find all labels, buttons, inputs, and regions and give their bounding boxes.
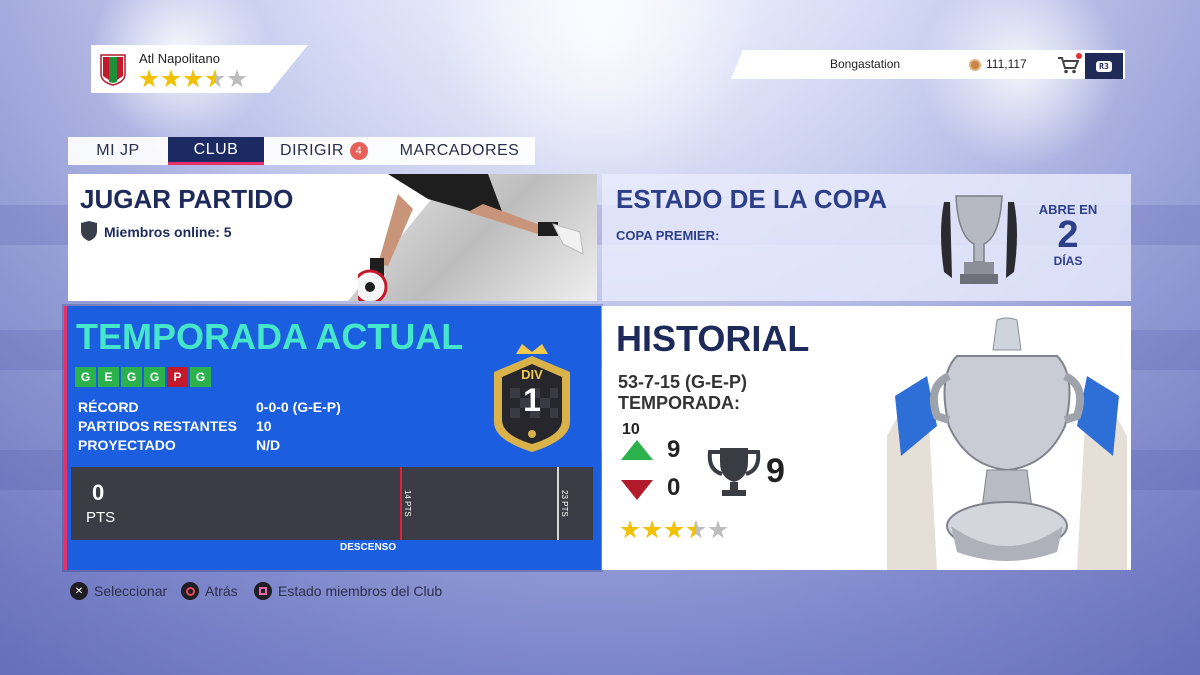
star-icon — [139, 69, 159, 88]
titles-count: 9 — [766, 452, 785, 490]
online-members: Miembros online: 5 — [104, 224, 232, 240]
panel-title: HISTORIAL — [616, 318, 810, 359]
form-result: G — [190, 367, 211, 387]
star-icon — [620, 520, 640, 539]
notification-badge: 4 — [349, 142, 368, 160]
remaining-matches-label: PARTIDOS RESTANTES — [78, 418, 237, 434]
coin-balance: 111,117 — [986, 57, 1027, 71]
tab-label: MI JP — [96, 142, 140, 159]
relegation-arrow-icon — [621, 480, 653, 500]
points-unit: PTS — [86, 509, 116, 526]
opens-in-value: 2 — [1057, 214, 1079, 256]
back-action[interactable]: Atrás — [181, 582, 238, 600]
tab-club[interactable]: CLUB — [168, 137, 264, 165]
r3-label: R3 — [1096, 60, 1112, 72]
empty-star-icon — [708, 520, 728, 539]
r3-button[interactable]: R3 — [1085, 53, 1123, 79]
history-rating — [620, 520, 728, 540]
opens-in-unit: DÍAS — [1053, 254, 1083, 268]
trophy-held-image — [887, 317, 1127, 570]
record-value: 0-0-0 (G-E-P) — [256, 399, 341, 415]
main-tabs: MI JP CLUB DIRIGIR 4 MARCADORES — [68, 137, 535, 165]
form-result: E — [98, 367, 119, 387]
form-result: G — [144, 367, 165, 387]
star-icon — [161, 69, 181, 88]
star-icon — [642, 520, 662, 539]
club-members-status-label: Estado miembros del Club — [278, 583, 443, 599]
points-progress-bar — [71, 467, 593, 540]
club-name: Atl Napolitano — [139, 51, 220, 66]
relegations-count: 0 — [667, 474, 681, 501]
projected-label: PROYECTADO — [78, 437, 176, 453]
projected-value: N/D — [256, 437, 281, 453]
play-match-tile[interactable]: JUGAR PARTIDO Miembros online: 5 — [68, 174, 597, 301]
club-members-status-action[interactable]: Estado miembros del Club — [254, 582, 442, 600]
title-marker — [557, 467, 559, 540]
title-trophy-icon — [707, 448, 761, 496]
shield-icon — [81, 221, 97, 241]
star-icon — [183, 69, 203, 88]
record-label: RÉCORD — [78, 399, 139, 415]
promotion-arrow-icon — [621, 440, 653, 460]
notification-dot — [1076, 53, 1082, 59]
tab-marcadores[interactable]: MARCADORES — [384, 137, 535, 165]
relegation-marker-label: 14 PTS — [403, 490, 412, 517]
panel-title: TEMPORADA ACTUAL — [76, 316, 464, 357]
star-icon — [664, 520, 684, 539]
promotions-count: 9 — [667, 436, 681, 463]
division-number: 1 — [523, 382, 541, 418]
store-cart-icon[interactable] — [1057, 56, 1079, 74]
club-crest-icon — [100, 54, 126, 86]
select-label: Seleccionar — [94, 583, 168, 599]
tab-dirigir[interactable]: DIRIGIR 4 — [264, 137, 384, 165]
points-value: 0 — [92, 480, 105, 505]
tab-label: CLUB — [193, 140, 239, 158]
player-kicking-ball-image — [358, 174, 584, 301]
relegation-label: DESCENSO — [340, 542, 397, 553]
half-star-icon — [686, 520, 706, 539]
coin-icon — [969, 59, 981, 71]
recent-form: G E G G P G — [75, 367, 211, 387]
cross-button-icon: ✕ — [70, 582, 88, 600]
square-button-icon — [254, 582, 272, 600]
form-result: G — [75, 367, 96, 387]
cup-name: COPA PREMIER: — [616, 228, 720, 243]
back-label: Atrás — [205, 583, 238, 599]
history-record: 53-7-15 (G-E-P) — [618, 372, 748, 392]
seasons-label: TEMPORADA: — [618, 393, 740, 413]
form-result: G — [121, 367, 142, 387]
remaining-matches-value: 10 — [256, 418, 272, 434]
half-star-icon — [205, 69, 225, 88]
seasons-value: 10 — [622, 421, 640, 438]
circle-button-icon — [181, 582, 199, 600]
panel-title: JUGAR PARTIDO — [80, 184, 294, 214]
cup-trophy-icon — [941, 195, 1017, 284]
select-action[interactable]: ✕ Seleccionar — [70, 582, 167, 600]
form-result: P — [167, 367, 188, 387]
club-rating — [139, 69, 247, 89]
tab-label: MARCADORES — [399, 142, 520, 159]
tab-mi-jp[interactable]: MI JP — [68, 137, 168, 165]
relegation-marker — [400, 467, 402, 540]
title-marker-label: 23 PTS — [560, 490, 569, 517]
gamertag: Bongastation — [830, 57, 901, 71]
cup-status-tile[interactable]: ESTADO DE LA COPA COPA PREMIER: ABRE EN … — [602, 174, 1131, 301]
division-label: DIV — [521, 367, 543, 382]
panel-title: ESTADO DE LA COPA — [616, 184, 888, 214]
empty-star-icon — [227, 69, 247, 88]
tab-label: DIRIGIR — [280, 142, 344, 159]
